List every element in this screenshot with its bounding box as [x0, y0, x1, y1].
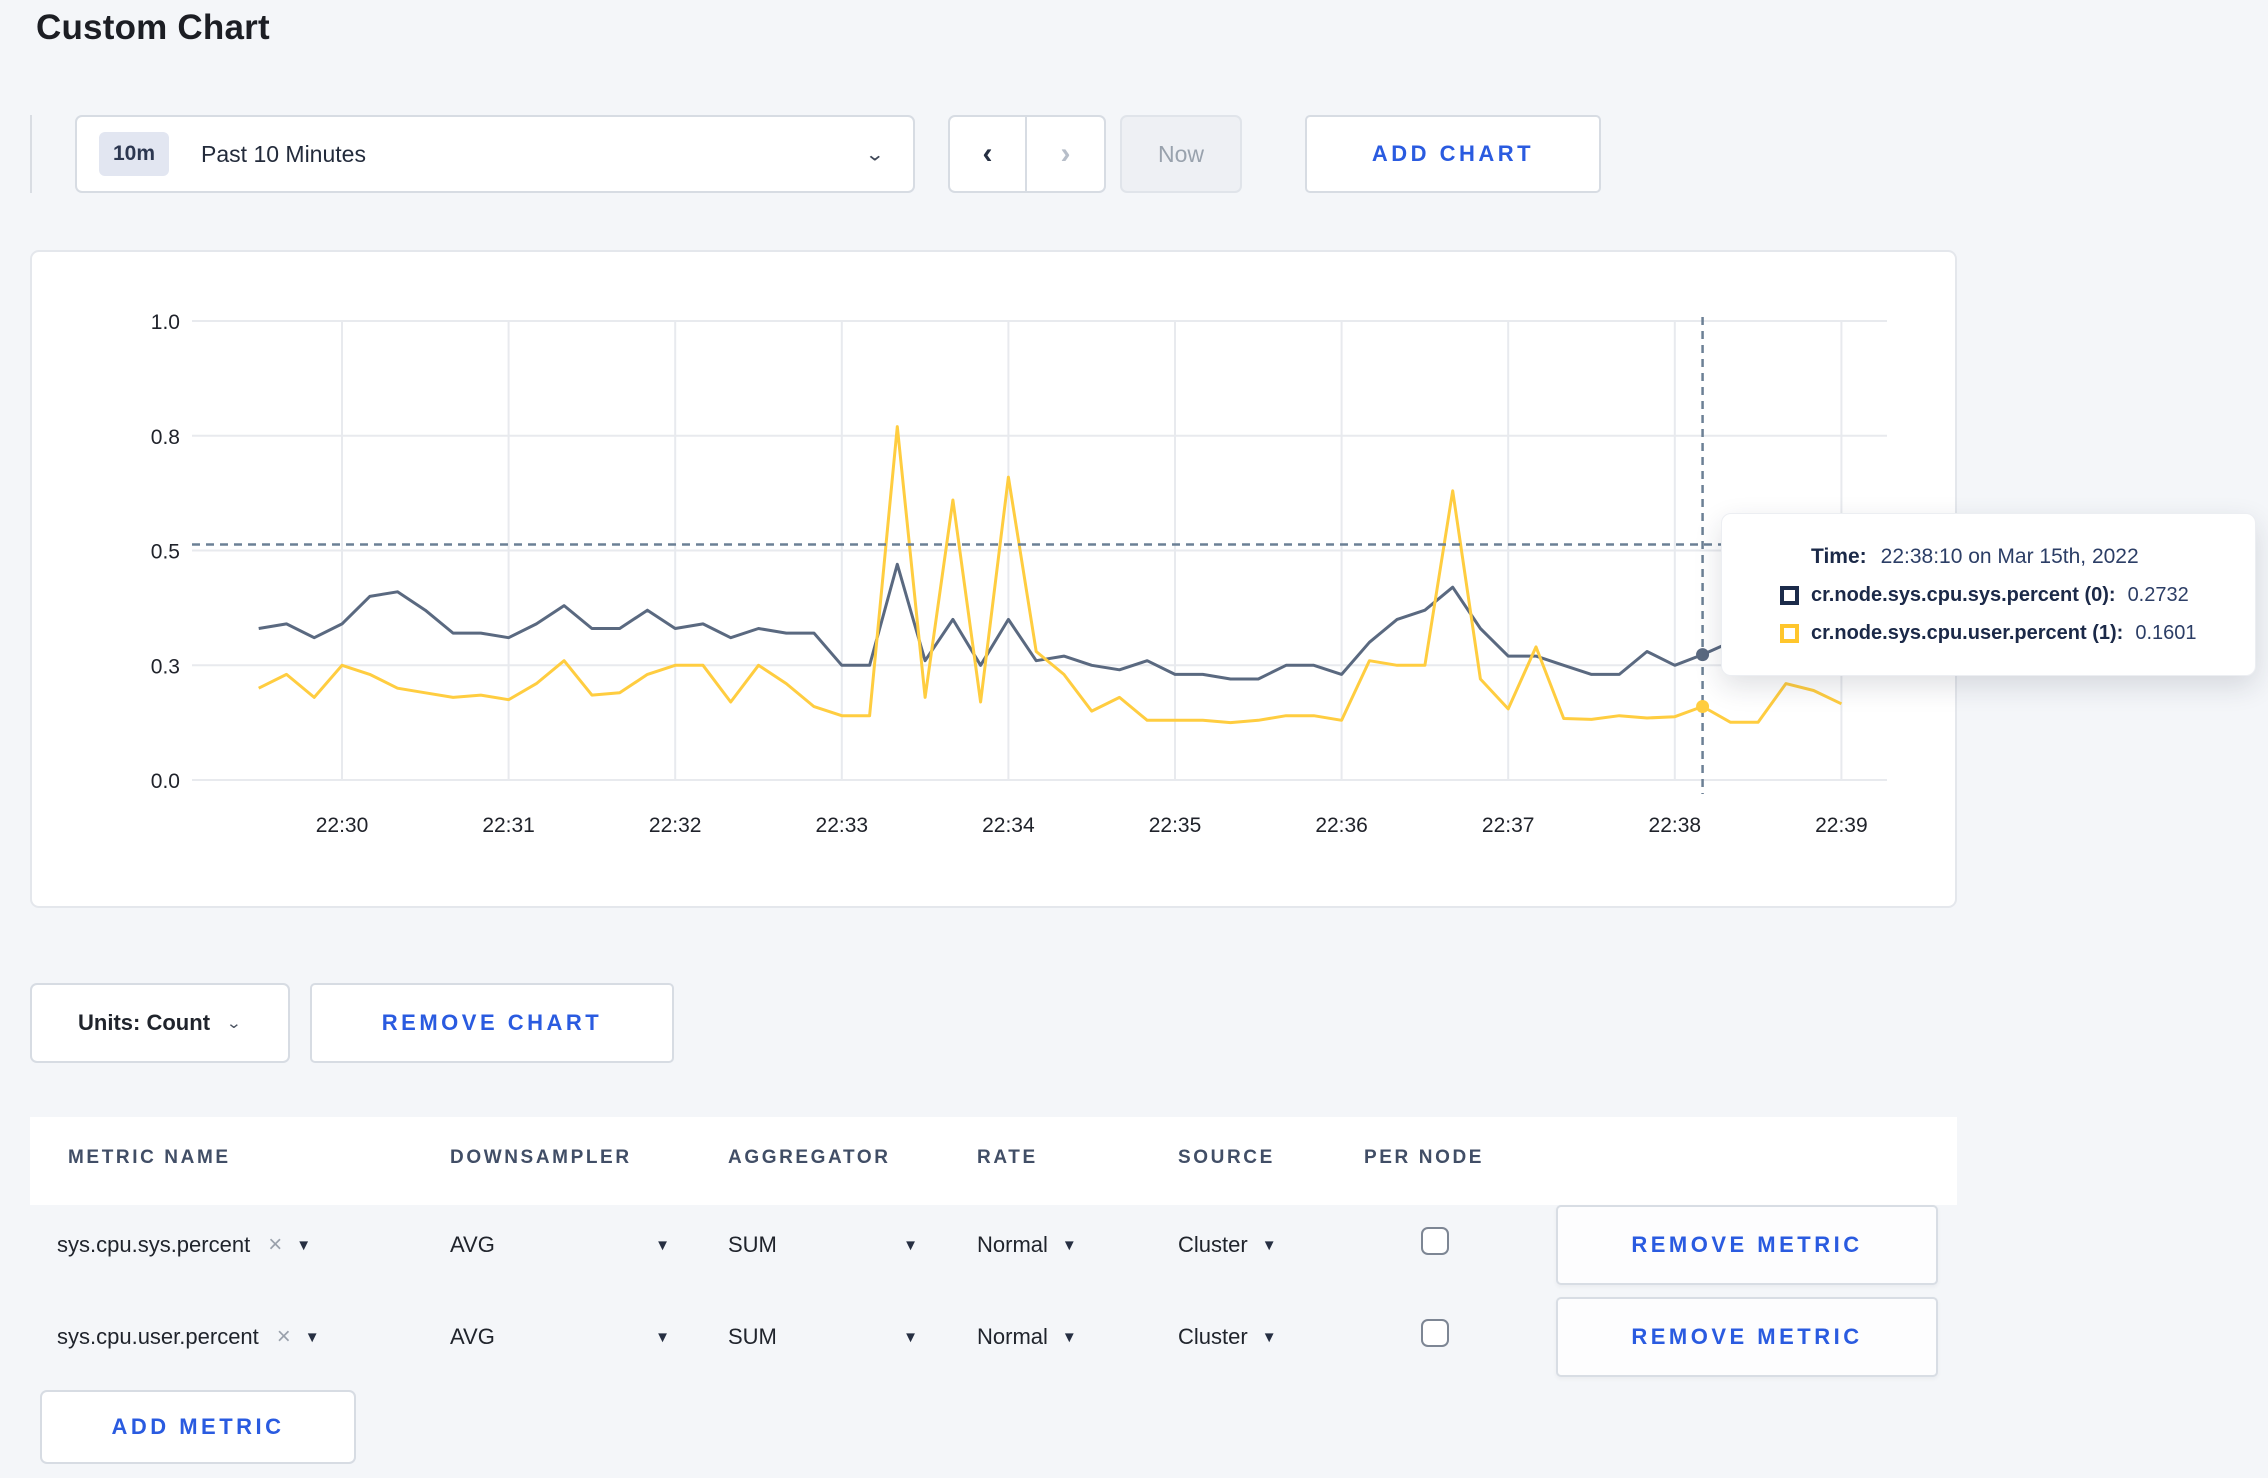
- col-header-source: SOURCE: [1178, 1147, 1275, 1168]
- units-select[interactable]: Units: Count ⌄: [30, 983, 290, 1063]
- tooltip-series-value: 0.2732: [2127, 583, 2189, 606]
- now-button[interactable]: Now: [1120, 115, 1242, 193]
- metrics-table-header: METRIC NAME DOWNSAMPLER AGGREGATOR RATE …: [30, 1117, 1957, 1205]
- source-select[interactable]: Cluster ▼: [1178, 1205, 1277, 1285]
- chevron-down-icon: ▼: [304, 1328, 320, 1346]
- rate-value: Normal: [977, 1324, 1048, 1349]
- col-header-rate: RATE: [977, 1147, 1038, 1168]
- svg-text:0.3: 0.3: [151, 655, 180, 678]
- series-swatch-user-percent: [1780, 623, 1799, 643]
- svg-text:22:33: 22:33: [816, 814, 869, 837]
- svg-text:22:36: 22:36: [1315, 814, 1368, 837]
- source-value: Cluster: [1178, 1232, 1248, 1257]
- svg-text:0.5: 0.5: [151, 541, 180, 564]
- col-header-metric-name: METRIC NAME: [68, 1147, 231, 1168]
- aggregator-select[interactable]: SUM ▼: [728, 1205, 918, 1285]
- chevron-down-icon: ▼: [903, 1328, 918, 1346]
- toolbar: 10m Past 10 Minutes ⌄ ‹ › Now ADD CHART: [30, 115, 2230, 193]
- svg-text:0.0: 0.0: [151, 770, 180, 793]
- downsampler-value: AVG: [450, 1324, 495, 1349]
- remove-metric-label: REMOVE METRIC: [1631, 1324, 1863, 1349]
- prev-interval-button[interactable]: ‹: [950, 117, 1027, 191]
- chevron-down-icon: ⌄: [864, 143, 885, 165]
- source-value: Cluster: [1178, 1324, 1248, 1349]
- tooltip-time-label: Time:: [1811, 545, 1867, 568]
- timeseries-chart: 0.0 0.3 0.5 0.8 1.0 22:30 22:31 22:32 22:33 22:34…: [151, 311, 1887, 837]
- svg-text:22:30: 22:30: [316, 814, 369, 837]
- chevron-down-icon: ▼: [1061, 1328, 1077, 1346]
- chevron-down-icon: ▼: [903, 1236, 918, 1254]
- time-nav-group: ‹ ›: [948, 115, 1106, 193]
- col-header-per-node: PER NODE: [1364, 1147, 1485, 1168]
- aggregator-value: SUM: [728, 1324, 777, 1349]
- svg-text:22:32: 22:32: [649, 814, 702, 837]
- remove-chart-button[interactable]: REMOVE CHART: [310, 983, 674, 1063]
- remove-metric-label: REMOVE METRIC: [1631, 1232, 1863, 1257]
- page-title: Custom Chart: [36, 8, 270, 47]
- table-row: sys.cpu.user.percent × ▼ AVG ▼ SUM ▼ Nor…: [0, 1297, 2268, 1377]
- chevron-down-icon: ▼: [1261, 1328, 1277, 1346]
- col-header-downsampler: DOWNSAMPLER: [450, 1147, 632, 1168]
- svg-text:22:38: 22:38: [1649, 814, 1702, 837]
- svg-text:22:39: 22:39: [1815, 814, 1868, 837]
- clear-metric-icon[interactable]: ×: [277, 1323, 291, 1351]
- source-select[interactable]: Cluster ▼: [1178, 1297, 1277, 1377]
- svg-text:0.8: 0.8: [151, 426, 180, 449]
- chart-card[interactable]: 0.0 0.3 0.5 0.8 1.0 22:30 22:31 22:32 22:33 22:34…: [30, 250, 1957, 908]
- svg-text:22:31: 22:31: [482, 814, 535, 837]
- time-range-select[interactable]: 10m Past 10 Minutes ⌄: [75, 115, 915, 193]
- chevron-down-icon: ▼: [655, 1328, 670, 1346]
- per-node-checkbox[interactable]: [1421, 1319, 1449, 1347]
- metric-name-value: sys.cpu.user.percent: [57, 1324, 259, 1349]
- series-swatch-sys-percent: [1780, 585, 1799, 605]
- table-row: sys.cpu.sys.percent × ▼ AVG ▼ SUM ▼ Norm…: [0, 1205, 2268, 1285]
- toolbar-left-divider: [30, 115, 32, 193]
- units-label: Units: Count: [78, 1010, 211, 1035]
- remove-chart-label: REMOVE CHART: [381, 1010, 603, 1035]
- chevron-down-icon: ▼: [296, 1236, 312, 1254]
- clear-metric-icon[interactable]: ×: [268, 1231, 282, 1259]
- downsampler-select[interactable]: AVG ▼: [450, 1205, 670, 1285]
- svg-text:22:37: 22:37: [1482, 814, 1535, 837]
- metric-name-value: sys.cpu.sys.percent: [57, 1232, 251, 1257]
- remove-metric-button[interactable]: REMOVE METRIC: [1556, 1205, 1938, 1285]
- tooltip-series-label: cr.node.sys.cpu.user.percent (1):: [1811, 621, 2124, 644]
- add-metric-label: ADD METRIC: [111, 1414, 285, 1439]
- svg-text:22:34: 22:34: [982, 814, 1035, 837]
- per-node-checkbox[interactable]: [1421, 1227, 1449, 1255]
- tooltip-series-label: cr.node.sys.cpu.sys.percent (0):: [1811, 583, 2116, 606]
- rate-value: Normal: [977, 1232, 1048, 1257]
- metric-name-select[interactable]: sys.cpu.sys.percent × ▼: [57, 1205, 311, 1285]
- chevron-down-icon: ▼: [655, 1236, 670, 1254]
- downsampler-select[interactable]: AVG ▼: [450, 1297, 670, 1377]
- remove-metric-button[interactable]: REMOVE METRIC: [1556, 1297, 1938, 1377]
- add-metric-button[interactable]: ADD METRIC: [40, 1390, 356, 1464]
- aggregator-value: SUM: [728, 1232, 777, 1257]
- metric-name-select[interactable]: sys.cpu.user.percent × ▼: [57, 1297, 320, 1377]
- chevron-down-icon: ▼: [1061, 1236, 1077, 1254]
- rate-select[interactable]: Normal ▼: [977, 1205, 1077, 1285]
- tooltip-series-value: 0.1601: [2135, 621, 2197, 644]
- aggregator-select[interactable]: SUM ▼: [728, 1297, 918, 1377]
- time-range-badge: 10m: [99, 132, 170, 176]
- time-range-label: Past 10 Minutes: [201, 140, 366, 167]
- svg-text:22:35: 22:35: [1149, 814, 1202, 837]
- add-chart-label: ADD CHART: [1371, 141, 1535, 166]
- downsampler-value: AVG: [450, 1232, 495, 1257]
- next-interval-button[interactable]: ›: [1027, 117, 1104, 191]
- chevron-down-icon: ▼: [1261, 1236, 1277, 1254]
- col-header-aggregator: AGGREGATOR: [728, 1147, 891, 1168]
- chart-hover-tooltip: Time: 22:38:10 on Mar 15th, 2022 cr.node…: [1721, 513, 2256, 676]
- tooltip-time-value: 22:38:10 on Mar 15th, 2022: [1880, 545, 2139, 568]
- add-chart-button[interactable]: ADD CHART: [1305, 115, 1601, 193]
- chevron-down-icon: ⌄: [226, 1014, 242, 1032]
- svg-text:1.0: 1.0: [151, 311, 180, 334]
- rate-select[interactable]: Normal ▼: [977, 1297, 1077, 1377]
